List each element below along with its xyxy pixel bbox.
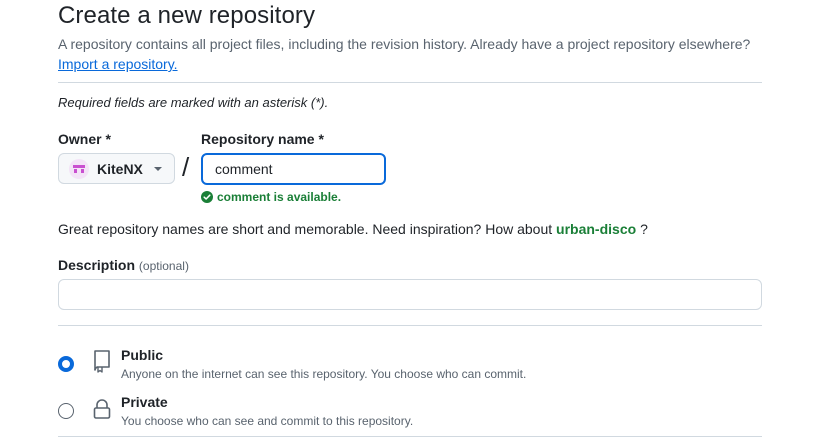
- repo-book-icon: [94, 350, 110, 373]
- page-subtitle: A repository contains all project files,…: [58, 36, 751, 52]
- inspiration-suffix: ?: [640, 221, 648, 237]
- owner-name: KiteNX: [97, 160, 143, 177]
- required-fields-note: Required fields are marked with an aster…: [58, 95, 329, 110]
- description-label-text: Description: [58, 257, 136, 273]
- divider-bottom: [58, 436, 762, 437]
- suggested-name-link[interactable]: urban-disco: [556, 221, 636, 237]
- private-radio[interactable]: [58, 403, 74, 419]
- public-radio[interactable]: [58, 356, 74, 372]
- public-option-title: Public: [121, 347, 164, 363]
- availability-text: comment is available.: [217, 190, 342, 204]
- private-option-title: Private: [121, 394, 168, 410]
- public-option-description: Anyone on the internet can see this repo…: [121, 367, 527, 381]
- owner-dropdown[interactable]: KiteNX: [58, 153, 175, 184]
- optional-hint: (optional): [138, 259, 189, 273]
- owner-identicon-icon: [73, 164, 85, 173]
- check-circle-icon: [201, 191, 213, 203]
- import-repository-link[interactable]: Import a repository.: [58, 56, 178, 72]
- owner-avatar: [69, 158, 89, 179]
- inspiration-text: Great repository names are short and mem…: [58, 221, 553, 237]
- availability-message: comment is available.: [201, 190, 341, 204]
- repository-name-label: Repository name *: [201, 131, 324, 147]
- page-title: Create a new repository: [58, 2, 316, 29]
- description-input[interactable]: [58, 279, 762, 310]
- chevron-down-icon: [154, 167, 162, 171]
- divider-middle: [58, 325, 762, 326]
- lock-icon: [93, 399, 111, 419]
- name-inspiration: Great repository names are short and mem…: [58, 221, 648, 237]
- private-option-description: You choose who can see and commit to thi…: [121, 414, 414, 428]
- owner-repo-separator: /: [182, 152, 190, 182]
- description-label: Description (optional): [58, 257, 189, 273]
- repository-name-input[interactable]: [201, 153, 386, 185]
- divider-top: [58, 82, 762, 83]
- create-repository-page: Create a new repository A repository con…: [0, 0, 828, 438]
- owner-label: Owner *: [58, 131, 111, 147]
